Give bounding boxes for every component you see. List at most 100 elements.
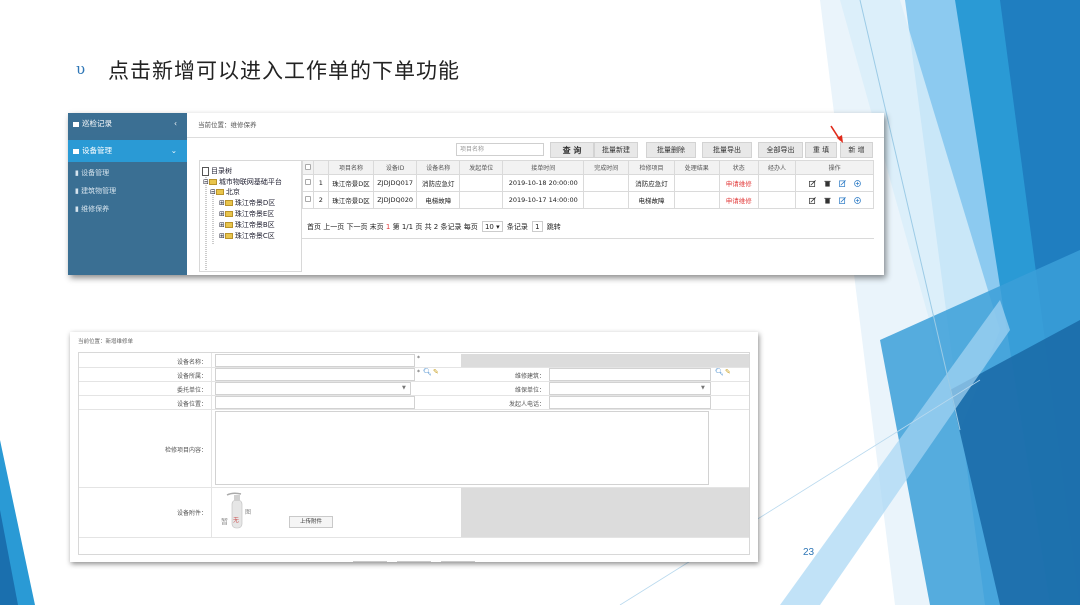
delete-icon[interactable] [824, 197, 831, 204]
search-icon[interactable]: 🔍︎ [715, 368, 724, 376]
repair-content-textarea[interactable] [215, 411, 709, 485]
dropdown-arrow-icon: ▾ [496, 223, 500, 231]
row-checkbox[interactable] [302, 191, 314, 209]
edit-icon[interactable] [808, 196, 816, 204]
chevron-left-icon: ‹ [174, 119, 177, 128]
svg-text:无: 无 [233, 517, 239, 524]
column-header[interactable]: 完成时间 [583, 160, 630, 175]
column-header[interactable]: 项目名称 [327, 160, 375, 175]
column-header[interactable]: 设备ID [373, 160, 418, 175]
device-location-label: 设备位置： [176, 401, 207, 408]
folder-icon [224, 222, 233, 228]
column-header[interactable]: 设备名称 [416, 160, 461, 175]
divider [302, 238, 874, 239]
entrust-unit-select[interactable] [215, 382, 411, 395]
device-name-input[interactable] [215, 354, 415, 367]
annotation-arrow-icon [830, 125, 843, 143]
column-header[interactable]: 处理结果 [673, 160, 720, 175]
attachment-placeholder-image: 暂 无 图 [221, 492, 251, 529]
reset-button[interactable]: 重 填 [397, 561, 431, 562]
initiator-phone-input[interactable] [549, 396, 711, 409]
folder-icon [224, 200, 233, 206]
maintenance-table: 项目名称 设备ID 设备名称 发起单位 接单时间 完成时间 检修项目 处理结果 … [302, 160, 874, 209]
repair-building-label: 维修建筑： [514, 373, 545, 380]
device-owner-input[interactable] [215, 368, 415, 381]
chevron-down-icon: ▼ [402, 385, 406, 391]
gray-panel [461, 488, 749, 537]
search-input[interactable]: 项目名称 [456, 143, 544, 156]
folder-icon [224, 233, 233, 239]
repair-building-input[interactable] [549, 368, 711, 381]
tree-node-district[interactable]: ⊞ 珠江帝景C区 [219, 231, 275, 241]
current-page[interactable]: 1 [386, 223, 390, 231]
delete-icon[interactable] [824, 180, 831, 187]
add-circle-icon[interactable] [853, 196, 861, 204]
tree-node-district[interactable]: ⊞ 珠江帝景E区 [219, 209, 274, 219]
sidebar-subitem-device-management[interactable]: ▮ 设备管理 [68, 166, 187, 180]
entrust-unit-label: 委托单位： [176, 387, 207, 394]
batch-export-button[interactable]: 批量导出 [702, 142, 752, 158]
slide-page-number: 23 [803, 547, 815, 558]
page-icon [202, 166, 209, 176]
maintenance-list-screenshot: 巡检记录 ‹ 设备管理 ⌄ ▮ 设备管理 ▮ 建筑物管理 ▮ 维修保养 当前位置… [68, 113, 884, 275]
tree-node-beijing[interactable]: ⊟ 北京 [210, 187, 240, 197]
sidebar-item-device-management[interactable]: 设备管理 ⌄ [68, 140, 187, 162]
tree-node-platform[interactable]: ⊟ 城市物联网基础平台 [203, 177, 282, 187]
chevron-down-icon: ▼ [701, 385, 705, 391]
attachment-label: 设备附件： [176, 510, 207, 517]
repair-content-label: 检修项目内容： [164, 447, 207, 454]
pagination-nav[interactable]: 首页 上一页 下一页 末页 [307, 223, 384, 231]
records-label: 条记录 [506, 223, 528, 231]
search-icon[interactable]: 🔍︎ [423, 368, 432, 376]
maintain-unit-label: 维保单位： [514, 387, 545, 394]
table-row[interactable]: 2 珠江帝景D区 ZJDJDQ020 电梯故障 2019-10-17 14:00… [302, 191, 874, 209]
tree-node-district[interactable]: ⊞ 珠江帝景B区 [219, 220, 275, 230]
jump-page-input[interactable]: 1 [532, 221, 543, 232]
initiator-phone-label: 发起人电话： [508, 401, 545, 408]
folder-icon [208, 179, 217, 185]
sidebar-subitem-maintenance[interactable]: ▮ 维修保养 [68, 202, 187, 216]
tree-node-root[interactable]: 目录树 [202, 166, 232, 176]
batch-delete-button[interactable]: 批量删除 [646, 142, 696, 158]
edit-note-icon[interactable] [838, 196, 846, 204]
device-location-input[interactable] [215, 396, 415, 409]
per-page-select[interactable]: 10 ▾ [481, 221, 503, 232]
slide-title: 点击新增可以进入工作单的下单功能 [108, 59, 460, 83]
clear-brush-icon[interactable]: ✎ [725, 368, 731, 376]
column-header[interactable]: 发起单位 [459, 160, 504, 175]
breadcrumb: 当前位置：新增维修单 [78, 339, 134, 345]
required-mark: * [417, 369, 420, 376]
table-row[interactable]: 1 珠江帝景D区 ZJDJDQ017 消防应急灯 2019-10-18 20:0… [302, 174, 874, 192]
folder-icon [73, 148, 79, 154]
required-mark: * [417, 355, 420, 362]
save-button[interactable]: 保 存 [353, 561, 387, 562]
edit-note-icon[interactable] [838, 179, 846, 187]
back-button[interactable]: 返 回 [441, 561, 475, 562]
select-all-checkbox[interactable] [302, 160, 314, 175]
batch-new-button[interactable]: 批量新建 [594, 142, 638, 158]
sidebar-subitem-building-management[interactable]: ▮ 建筑物管理 [68, 184, 187, 198]
row-checkbox[interactable] [302, 174, 314, 192]
device-name-label: 设备名称： [176, 359, 207, 366]
upload-attachment-button[interactable]: 上传附件 [289, 516, 333, 528]
column-header: 操作 [795, 160, 874, 175]
edit-icon[interactable] [808, 179, 816, 187]
sidebar-item-inspection-records[interactable]: 巡检记录 ‹ [68, 113, 187, 135]
per-page-label: 每页 [463, 223, 478, 231]
svg-text:图: 图 [245, 509, 251, 516]
chevron-down-icon: ⌄ [170, 146, 177, 155]
maintain-unit-select[interactable] [549, 382, 711, 395]
export-all-button[interactable]: 全部导出 [758, 142, 803, 158]
column-header[interactable]: 接单时间 [502, 160, 585, 175]
column-header[interactable]: 检修项目 [628, 160, 675, 175]
column-header[interactable]: 经办人 [757, 160, 797, 175]
divider [187, 137, 884, 138]
sidebar-item-label: 设备管理 [82, 146, 112, 155]
column-header[interactable]: 状态 [718, 160, 759, 175]
query-button[interactable]: 查 询 [550, 142, 594, 158]
tree-node-district[interactable]: ⊞ 珠江帝景D区 [219, 198, 275, 208]
pagination: 首页 上一页 下一页 末页 1 第 1/1 页 共 2 条记录 每页 10 ▾ … [307, 221, 561, 232]
jump-button[interactable]: 跳转 [547, 223, 561, 231]
add-circle-icon[interactable] [853, 179, 861, 187]
clear-brush-icon[interactable]: ✎ [433, 368, 439, 376]
